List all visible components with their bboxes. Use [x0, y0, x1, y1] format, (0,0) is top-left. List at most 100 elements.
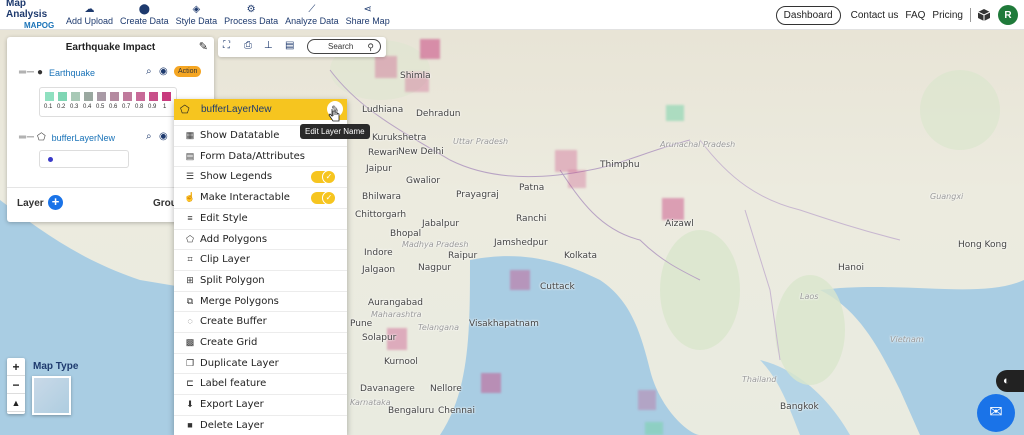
place-label: Jamshedpur — [494, 238, 548, 248]
eye-icon[interactable]: ◉ — [159, 131, 168, 142]
contact-link[interactable]: Contact us — [851, 10, 899, 21]
menu-item[interactable]: ⬠ Add Polygons — [174, 228, 347, 249]
legend-swatch — [84, 92, 93, 101]
place-label: Shimla — [400, 71, 431, 81]
comment-icon[interactable]: ▤ — [285, 40, 294, 51]
legend-swatch — [162, 92, 171, 101]
map-type-label: Map Type — [33, 361, 79, 372]
measure-icon[interactable]: ⊥ — [264, 40, 273, 51]
nav-add-upload[interactable]: ☁ Add Upload — [66, 4, 113, 26]
toggle-switch[interactable]: ✓ — [311, 191, 336, 206]
place-label: Chittorgarh — [355, 210, 407, 220]
heat-cell — [645, 422, 663, 435]
menu-item[interactable]: ☝ Make Interactable ✓ — [174, 187, 347, 207]
legend-label: 0.4 — [83, 104, 92, 110]
dashboard-button[interactable]: Dashboard — [775, 5, 841, 25]
menu-item-label: Make Interactable — [200, 192, 290, 204]
zoom-to-layer-icon[interactable]: ⌕ — [146, 66, 152, 77]
pricing-link[interactable]: Pricing — [932, 10, 963, 21]
nav-share-map[interactable]: ⋖ Share Map — [346, 4, 390, 26]
form-icon: ▤ — [185, 150, 195, 161]
search-button[interactable]: Search ⚲ — [307, 39, 381, 54]
drag-handle-icon[interactable]: ═ ─ — [19, 132, 34, 143]
legend-swatch — [110, 92, 119, 101]
menu-item[interactable]: ⬇ Export Layer — [174, 394, 347, 414]
pencil-icon[interactable]: ✎ — [199, 40, 208, 53]
menu-item[interactable]: ■ Delete Layer — [174, 414, 347, 435]
add-layer-button[interactable]: + — [48, 195, 63, 210]
nav-style-data[interactable]: ◈ Style Data — [176, 4, 218, 26]
layer-name[interactable]: bufferLayerNew — [52, 133, 115, 143]
nav-label: Add Upload — [66, 15, 114, 26]
place-label: Maharashtra — [371, 310, 422, 319]
layer-tab[interactable]: Layer — [17, 198, 44, 209]
menu-item[interactable]: ≡ Edit Style — [174, 207, 347, 228]
place-label: Patna — [519, 183, 545, 193]
fullscreen-icon[interactable]: ⛶ — [223, 40, 230, 51]
legend-label: 0.2 — [57, 104, 66, 110]
place-label: Prayagraj — [456, 190, 499, 200]
menu-item[interactable]: ⧉ Merge Polygons — [174, 290, 347, 311]
avatar[interactable]: R — [998, 5, 1018, 25]
cloud-upload-icon: ☁ — [84, 3, 95, 15]
grid-icon: ▩ — [185, 337, 195, 347]
menu-header-label[interactable]: bufferLayerNew — [201, 104, 271, 115]
menu-item[interactable]: ⊏ Label feature — [174, 373, 347, 393]
layer-name[interactable]: Earthquake — [49, 68, 95, 78]
eye-icon[interactable]: ◉ — [159, 66, 168, 77]
menu-item[interactable]: ◌ Create Buffer — [174, 311, 347, 331]
zoom-out-button[interactable]: − — [7, 376, 25, 394]
nav-create-data[interactable]: ⬤ Create Data — [120, 4, 169, 26]
split-icon: ⊞ — [186, 274, 194, 285]
menu-header: ⬠ bufferLayerNew ✎ — [174, 99, 347, 120]
menu-item[interactable]: ❐ Duplicate Layer — [174, 352, 347, 373]
menu-item[interactable]: ⊞ Split Polygon — [174, 269, 347, 290]
legend-label: 0.6 — [109, 104, 118, 110]
cube-icon[interactable] — [977, 8, 991, 22]
legend-label: 1 — [163, 104, 167, 110]
menu-item-label: Export Layer — [200, 399, 264, 411]
place-label: Rewari — [368, 148, 399, 158]
drag-handle-icon[interactable]: ═ ─ — [19, 67, 34, 78]
place-label: Kurnool — [384, 357, 418, 367]
legend: 0.1 0.2 0.3 0.4 0.5 0.6 0.7 0.8 0.9 1 — [39, 87, 177, 117]
menu-item[interactable]: ▩ Create Grid — [174, 332, 347, 352]
toggle-switch[interactable]: ✓ — [311, 170, 336, 185]
nav-process-data[interactable]: ⚙ Process Data — [224, 4, 278, 26]
place-label: Aizawl — [665, 219, 694, 229]
chat-icon[interactable]: ✉ — [977, 394, 1015, 432]
place-label: Nellore — [430, 384, 462, 394]
place-label: Uttar Pradesh — [453, 137, 509, 146]
brand-logo[interactable]: Map Analysis MAPOG — [0, 0, 66, 31]
chart-icon: ⟋ — [308, 3, 316, 15]
menu-item[interactable]: ☰ Show Legends ✓ — [174, 166, 347, 186]
place-label: Visakhapatnam — [469, 319, 539, 329]
menu-item-label: Label feature — [200, 378, 267, 390]
menu-item-label: Create Buffer — [200, 316, 267, 328]
place-label: Ludhiana — [362, 105, 404, 115]
zoom-to-layer-icon[interactable]: ⌕ — [146, 131, 152, 142]
place-label: Kurukshetra — [372, 133, 427, 143]
menu-item-label: Delete Layer — [200, 419, 264, 431]
place-label: Jaipur — [366, 164, 392, 174]
faq-link[interactable]: FAQ — [905, 10, 925, 21]
map-type-thumbnail[interactable] — [32, 376, 71, 415]
search-label: Search — [328, 42, 354, 51]
check-icon: ✓ — [322, 170, 336, 185]
menu-item[interactable]: ▤ Form Data/Attributes — [174, 145, 347, 166]
nav-analyze-data[interactable]: ⟋ Analyze Data — [285, 4, 339, 26]
place-label: Cuttack — [540, 282, 575, 292]
map-pin-icon: ⬤ — [138, 3, 150, 15]
crop-icon: ⌗ — [187, 254, 193, 265]
zoom-in-button[interactable]: + — [7, 358, 25, 376]
legend-label: 0.7 — [122, 104, 131, 110]
export-icon: ⬇ — [186, 399, 194, 410]
menu-item[interactable]: ⌗ Clip Layer — [174, 249, 347, 269]
action-button[interactable]: Action — [174, 66, 202, 77]
print-icon[interactable]: ⎙ — [244, 40, 252, 51]
discord-icon[interactable]: ◐ — [996, 370, 1024, 392]
table-icon: ▦ — [185, 130, 195, 140]
compass-icon[interactable]: ▲ — [7, 394, 25, 412]
heat-cell — [510, 270, 530, 290]
layer-context-menu: ⬠ bufferLayerNew ✎ ▦ Show Datatable ▤ Form … — [174, 99, 347, 435]
